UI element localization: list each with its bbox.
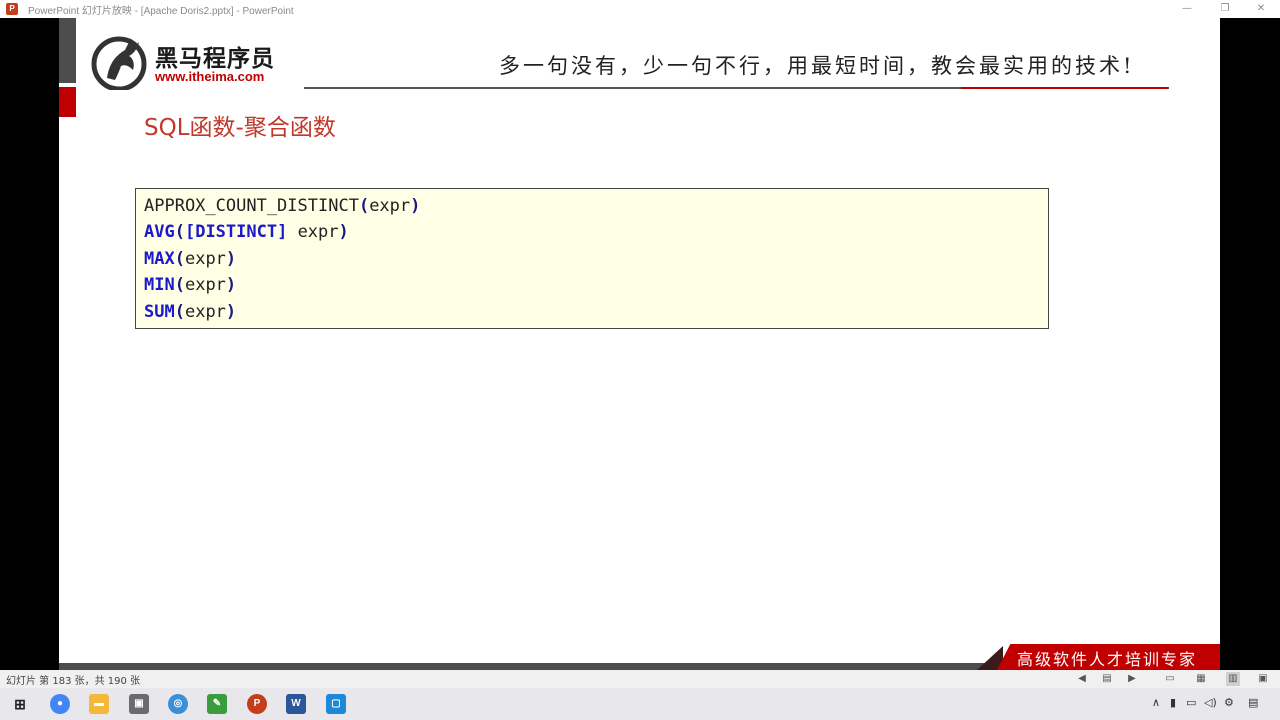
window-titlebar: P PowerPoint 幻灯片放映 - [Apache Doris2.pptx…	[0, 0, 1280, 18]
window-title: PowerPoint 幻灯片放映 - [Apache Doris2.pptx] …	[28, 5, 294, 17]
slide-gray-accent	[59, 18, 76, 83]
powerpoint-icon[interactable]: P	[247, 694, 267, 714]
code-keyword: AVG	[144, 222, 175, 243]
horse-logo-icon	[91, 36, 147, 90]
browser-icon[interactable]: ◎	[168, 694, 188, 714]
slide-sorter-icon[interactable]: ▦	[1194, 672, 1208, 686]
code-line: MAX(expr)	[144, 246, 1040, 272]
slideshow-view-icon[interactable]: ▣	[1256, 672, 1270, 686]
app-icon[interactable]: ▣	[129, 694, 149, 714]
edit-icon[interactable]: ✎	[207, 694, 227, 714]
footer-tagline: 高级软件人才培训专家	[1017, 650, 1198, 669]
code-paren: (	[174, 248, 185, 269]
code-paren: )	[225, 248, 237, 269]
code-keyword: MIN	[144, 275, 175, 296]
slide[interactable]: 黑马程序员 www.itheima.com 多一句没有，少一句不行，用最短时间，…	[59, 18, 1220, 670]
code-paren: )	[410, 196, 421, 216]
code-line: AVG([DISTINCT] expr)	[144, 219, 1040, 245]
code-paren: )	[225, 301, 237, 322]
code-paren: )	[338, 222, 349, 243]
logo-chinese-name: 黑马程序员	[155, 46, 275, 72]
minimize-button[interactable]: —	[1172, 0, 1202, 18]
header-divider-red	[961, 87, 1168, 89]
code-arg: expr	[287, 222, 339, 243]
normal-view-icon[interactable]: ▭	[1163, 672, 1177, 686]
notification-icon[interactable]: ▤	[1248, 696, 1258, 709]
slide-red-accent	[59, 87, 76, 117]
next-slide-icon[interactable]: ▶	[1125, 672, 1139, 686]
tray-expand-icon[interactable]: ∧	[1152, 696, 1160, 709]
code-paren: (	[174, 275, 185, 296]
code-line: MIN(expr)	[144, 272, 1040, 298]
code-keyword: SUM	[144, 301, 175, 322]
slide-heading: SQL函数-聚合函数	[144, 115, 336, 141]
code-paren: (	[174, 301, 185, 322]
slide-slogan: 多一句没有，少一句不行，用最短时间，教会最实用的技术!	[499, 54, 1135, 78]
code-arg: expr	[184, 275, 226, 296]
volume-icon[interactable]: ◁)	[1204, 696, 1217, 709]
microphone-icon[interactable]: ▮	[1170, 696, 1176, 709]
code-arg: expr	[184, 248, 226, 269]
code-block: APPROX_COUNT_DISTINCT(expr) AVG([DISTINC…	[135, 188, 1049, 329]
restore-button[interactable]: ❐	[1210, 0, 1240, 18]
code-function: APPROX_COUNT_DISTINCT	[144, 196, 359, 216]
windows-start-icon[interactable]: ⊞	[10, 694, 30, 714]
remote-icon[interactable]: ▢	[326, 694, 346, 714]
slideshow-letterbox-right	[1220, 18, 1280, 670]
chrome-icon[interactable]: ●	[50, 694, 70, 714]
code-paren: (	[358, 196, 370, 216]
code-keyword: MAX	[144, 248, 175, 269]
code-line: APPROX_COUNT_DISTINCT(expr)	[144, 193, 1040, 219]
powerpoint-app-icon: P	[6, 3, 18, 15]
code-paren: )	[225, 275, 237, 296]
taskbar	[0, 688, 1280, 720]
code-paren: (	[174, 222, 185, 243]
battery-icon[interactable]: ▭	[1186, 696, 1196, 709]
close-button[interactable]: ✕	[1246, 0, 1276, 18]
file-explorer-icon[interactable]: ▬	[89, 694, 109, 714]
logo-url: www.itheima.com	[155, 69, 265, 84]
reading-view-icon[interactable]: ▥	[1226, 672, 1240, 686]
previous-slide-icon[interactable]: ◀	[1075, 672, 1089, 686]
input-method-icon[interactable]: ⚙	[1224, 696, 1234, 709]
slide-menu-icon[interactable]: ▤	[1100, 672, 1114, 686]
slideshow-letterbox-left	[0, 18, 59, 670]
slide-count: 幻灯片 第 183 张，共 190 张	[6, 675, 141, 687]
code-line: SUM(expr)	[144, 299, 1040, 325]
code-arg: expr	[369, 196, 411, 216]
code-arg: expr	[184, 301, 226, 322]
word-icon[interactable]: W	[286, 694, 306, 714]
code-keyword: [DISTINCT]	[184, 222, 288, 243]
